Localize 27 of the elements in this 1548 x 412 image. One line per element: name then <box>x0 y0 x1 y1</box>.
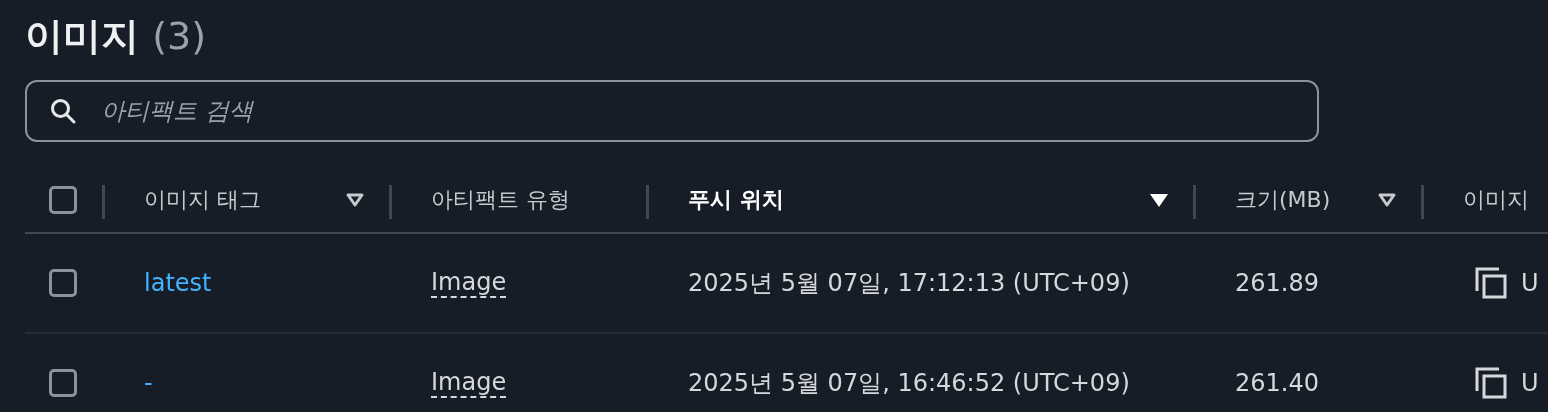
copy-icon[interactable] <box>1475 367 1507 399</box>
size-value: 261.40 <box>1235 369 1319 397</box>
search-field[interactable]: 아티팩트 검색 <box>25 80 1319 142</box>
column-header[interactable]: 푸시 위치 <box>688 185 1149 215</box>
sort-icon[interactable] <box>1149 192 1169 208</box>
column-header[interactable]: 이미지 태그 <box>144 185 345 215</box>
item-count: (3) <box>152 14 207 58</box>
push-time: 2025년 5월 07일, 16:46:52 (UTC+09) <box>688 368 1130 399</box>
column-header: 아티팩트 유형 <box>431 186 571 214</box>
row-checkbox[interactable] <box>49 269 77 297</box>
search-icon <box>49 97 77 125</box>
artifact-type[interactable]: Image <box>431 268 507 298</box>
image-tag-link[interactable]: - <box>144 369 153 397</box>
image-uri: U <box>1521 269 1539 297</box>
column-header: 이미지 <box>1463 186 1530 214</box>
sort-icon[interactable] <box>345 192 365 208</box>
size-value: 261.89 <box>1235 269 1319 297</box>
page-title: 이미지 <box>25 14 139 58</box>
artifact-type[interactable]: Image <box>431 368 507 398</box>
push-time: 2025년 5월 07일, 17:12:13 (UTC+09) <box>688 268 1130 299</box>
select-all-checkbox[interactable] <box>49 186 77 214</box>
sort-icon[interactable] <box>1377 192 1397 208</box>
image-tag-link[interactable]: latest <box>144 269 212 297</box>
copy-icon[interactable] <box>1475 267 1507 299</box>
column-header[interactable]: 크기(MB) <box>1235 185 1377 215</box>
image-uri: U <box>1521 369 1539 397</box>
row-checkbox[interactable] <box>49 369 77 397</box>
